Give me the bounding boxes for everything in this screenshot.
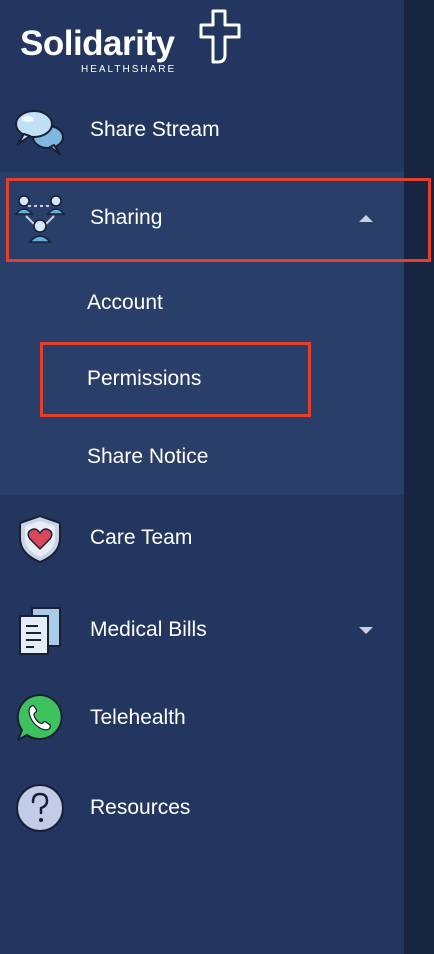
- heart-shield-icon: [14, 512, 66, 564]
- nav-item-share-stream[interactable]: Share Stream: [0, 100, 404, 160]
- phone-bubble-icon: [14, 692, 66, 744]
- submenu-item-account[interactable]: Account: [87, 291, 163, 315]
- submenu-item-share-notice[interactable]: Share Notice: [87, 445, 208, 469]
- question-circle-icon: [14, 782, 66, 834]
- brand-name: Solidarity: [20, 24, 175, 63]
- chat-bubbles-icon: [14, 104, 66, 156]
- nav-label-resources: Resources: [90, 796, 191, 819]
- nav-label-medical-bills: Medical Bills: [90, 618, 207, 641]
- nav-label-share-stream: Share Stream: [90, 118, 220, 141]
- nav-item-resources[interactable]: Resources: [0, 778, 404, 838]
- nav-label-care-team: Care Team: [90, 526, 193, 549]
- right-edge-panel: [404, 0, 434, 954]
- nav-label-telehealth: Telehealth: [90, 706, 186, 729]
- sidebar: Solidarity HEALTHSHARE Share Stream Shar…: [0, 0, 431, 954]
- highlight-box-permissions: [40, 342, 311, 417]
- nav-item-telehealth[interactable]: Telehealth: [0, 688, 404, 748]
- nav-item-care-team[interactable]: Care Team: [0, 508, 404, 568]
- chevron-down-icon[interactable]: [359, 626, 373, 634]
- documents-icon: [14, 604, 66, 656]
- cross-logo-icon: [199, 9, 241, 64]
- brand-logo[interactable]: Solidarity HEALTHSHARE: [20, 8, 250, 78]
- brand-tagline: HEALTHSHARE: [81, 64, 177, 75]
- highlight-box-sharing: [6, 178, 431, 262]
- nav-item-medical-bills[interactable]: Medical Bills: [0, 600, 404, 660]
